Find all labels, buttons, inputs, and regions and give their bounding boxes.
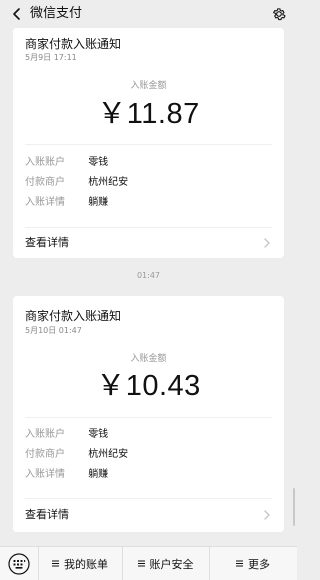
payment-notification-card[interactable]: 商家付款入账通知 5月9日 17:11 入账金额 ￥11.87 入账账户 零钱 … [13, 28, 284, 258]
divider [25, 498, 272, 499]
detail-value: 零钱 [88, 157, 109, 168]
card-timestamp: 5月9日 17:11 [25, 53, 77, 62]
detail-value: 躺赚 [88, 197, 109, 208]
menu-my-bills[interactable]: 我的账单 [38, 547, 122, 580]
amount-value: ￥11.87 [97, 98, 200, 130]
detail-label: 付款商户 [25, 177, 65, 188]
scrollbar[interactable] [293, 488, 295, 526]
menu-icon [137, 560, 145, 567]
detail-row-merchant: 付款商户 杭州纪安 [25, 176, 128, 190]
amount-value: ￥10.43 [96, 370, 201, 402]
view-details-link[interactable]: 查看详情 [25, 233, 272, 253]
payment-notification-card[interactable]: 商家付款入账通知 5月10日 01:47 入账金额 ￥10.43 入账账户 零钱… [13, 296, 284, 532]
detail-label: 入账详情 [25, 197, 65, 208]
divider [25, 417, 272, 418]
detail-value: 躺赚 [88, 469, 109, 480]
detail-label: 入账账户 [25, 429, 65, 440]
detail-row-merchant: 付款商户 杭州纪安 [25, 448, 128, 462]
menu-icon [52, 560, 59, 567]
gear-icon[interactable] [271, 6, 287, 22]
amount-label: 入账金额 [130, 81, 167, 91]
view-details-label: 查看详情 [25, 236, 69, 249]
menu-label: 我的账单 [64, 557, 108, 571]
detail-value: 杭州纪安 [88, 177, 129, 188]
divider [25, 144, 272, 145]
chat-time-divider: 01:47 [136, 271, 161, 280]
bottom-menu-bar: 我的账单 账户安全 更多 [0, 546, 297, 580]
detail-label: 付款商户 [25, 449, 65, 460]
chevron-left-icon[interactable] [10, 7, 24, 21]
detail-row-account: 入账账户 零钱 [25, 156, 108, 170]
view-details-label: 查看详情 [25, 508, 69, 521]
detail-row-account: 入账账户 零钱 [25, 428, 108, 442]
keyboard-icon[interactable] [8, 553, 30, 575]
detail-value: 杭州纪安 [88, 449, 129, 460]
chevron-right-icon [264, 238, 270, 248]
page-title: 微信支付 [30, 6, 83, 21]
menu-more[interactable]: 更多 [209, 547, 297, 580]
chevron-right-icon [264, 510, 270, 520]
top-navigation-bar: 微信支付 [0, 0, 297, 28]
divider [25, 227, 272, 228]
view-details-link[interactable]: 查看详情 [25, 505, 272, 525]
menu-label: 更多 [248, 557, 270, 571]
amount-label: 入账金额 [130, 354, 167, 364]
detail-label: 入账账户 [25, 157, 65, 168]
detail-row-note: 入账详情 躺赚 [25, 196, 108, 210]
menu-icon [236, 560, 243, 567]
menu-label: 账户安全 [149, 557, 194, 571]
detail-value: 零钱 [88, 429, 109, 440]
detail-row-note: 入账详情 躺赚 [25, 468, 108, 482]
menu-account-security[interactable]: 账户安全 [122, 547, 209, 580]
card-title: 商家付款入账通知 [25, 309, 122, 323]
card-timestamp: 5月10日 01:47 [25, 326, 82, 335]
detail-label: 入账详情 [25, 469, 65, 480]
card-title: 商家付款入账通知 [25, 37, 122, 51]
